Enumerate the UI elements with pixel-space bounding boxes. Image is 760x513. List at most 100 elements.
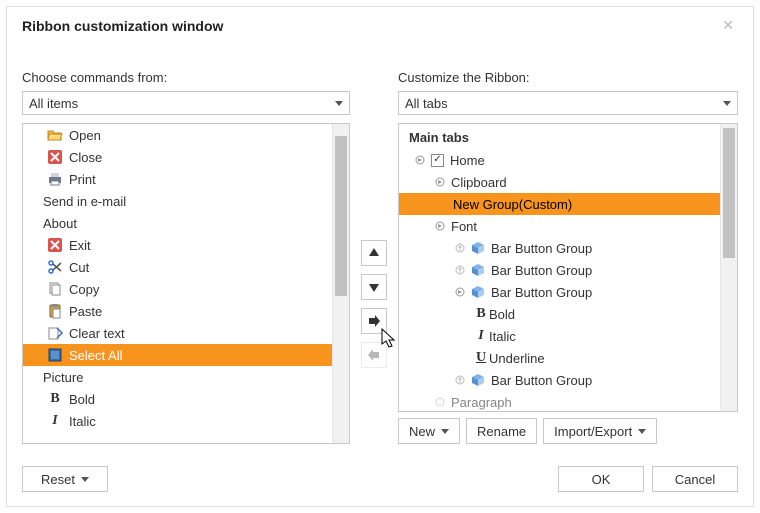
tree-node-bbg[interactable]: Bar Button Group	[399, 281, 720, 303]
list-item[interactable]: Close	[23, 146, 332, 168]
ribbon-customization-dialog: Ribbon customization window ✕ Choose com…	[6, 6, 754, 507]
tree-label: Bold	[489, 307, 515, 322]
tree-node-home[interactable]: Home	[399, 149, 720, 171]
scroll-thumb[interactable]	[723, 128, 735, 258]
add-button[interactable]	[361, 308, 387, 334]
list-item[interactable]: Copy	[23, 278, 332, 300]
chevron-down-icon	[638, 429, 646, 434]
expander-icon[interactable]	[453, 373, 467, 387]
list-group-header[interactable]: Send in e-mail	[23, 190, 332, 212]
tree-label: Home	[450, 153, 485, 168]
rename-button[interactable]: Rename	[466, 418, 537, 444]
list-item[interactable]: Select All	[23, 344, 332, 366]
list-item-label: Send in e-mail	[43, 194, 126, 209]
ribbon-dropdown-value: All tabs	[405, 96, 448, 111]
title-bar: Ribbon customization window ✕	[7, 7, 753, 46]
dialog-content: Choose commands from: All items Open Clos…	[7, 46, 753, 450]
tree-label: Font	[451, 219, 477, 234]
underline-icon: U	[473, 350, 489, 366]
list-item-label: Paste	[69, 304, 102, 319]
chevron-down-icon	[335, 101, 343, 106]
list-item-label: Open	[69, 128, 101, 143]
dialog-title: Ribbon customization window	[22, 18, 223, 34]
ribbon-label: Customize the Ribbon:	[398, 70, 738, 85]
tree-node-bbg[interactable]: Bar Button Group	[399, 369, 720, 391]
paste-icon	[47, 303, 63, 319]
expander-icon[interactable]	[433, 395, 447, 409]
chevron-down-icon	[723, 101, 731, 106]
list-item[interactable]: Print	[23, 168, 332, 190]
ribbon-dropdown[interactable]: All tabs	[398, 91, 738, 115]
close-icon[interactable]: ✕	[718, 17, 738, 34]
chevron-down-icon	[441, 429, 449, 434]
list-item-label: About	[43, 216, 77, 231]
tree-node-paragraph[interactable]: Paragraph	[399, 391, 720, 411]
cube-icon	[471, 263, 485, 277]
expander-icon[interactable]	[453, 285, 467, 299]
list-item-label: Print	[69, 172, 96, 187]
remove-button[interactable]	[361, 342, 387, 368]
checkbox[interactable]	[431, 154, 444, 167]
tree-label: Italic	[489, 329, 516, 344]
import-export-button[interactable]: Import/Export	[543, 418, 657, 444]
expander-icon[interactable]	[413, 153, 427, 167]
tree-node-font[interactable]: Font	[399, 215, 720, 237]
list-item-label: Exit	[69, 238, 91, 253]
scrollbar[interactable]	[332, 124, 349, 443]
select-all-icon	[47, 347, 63, 363]
clear-icon	[47, 325, 63, 341]
cancel-button[interactable]: Cancel	[652, 466, 738, 492]
list-item-label: Italic	[69, 414, 96, 429]
commands-label: Choose commands from:	[22, 70, 350, 85]
expander-icon[interactable]	[433, 175, 447, 189]
copy-icon	[47, 281, 63, 297]
list-item-label: Bold	[69, 392, 95, 407]
cube-icon	[471, 241, 485, 255]
tree-header: Main tabs	[399, 124, 720, 149]
tree-label: New Group(Custom)	[453, 197, 572, 212]
tree-node-bbg[interactable]: Bar Button Group	[399, 237, 720, 259]
scissors-icon	[47, 259, 63, 275]
list-group-header[interactable]: About	[23, 212, 332, 234]
list-item[interactable]: Clear text	[23, 322, 332, 344]
tree-node-bbg[interactable]: Bar Button Group	[399, 259, 720, 281]
bold-icon: B	[473, 306, 489, 322]
tree-node-clipboard[interactable]: Clipboard	[399, 171, 720, 193]
list-item[interactable]: IItalic	[23, 410, 332, 432]
close-red-icon	[47, 149, 63, 165]
ribbon-tree[interactable]: Main tabs Home Clipboard New Group(Custo…	[398, 123, 738, 412]
ok-button[interactable]: OK	[558, 466, 644, 492]
list-item-label: Clear text	[69, 326, 125, 341]
scrollbar[interactable]	[720, 124, 737, 411]
list-item[interactable]: Open	[23, 124, 332, 146]
tree-node-new-group[interactable]: New Group(Custom)	[399, 193, 720, 215]
commands-dropdown[interactable]: All items	[22, 91, 350, 115]
commands-listbox[interactable]: Open Close Print Send in e-mail About Exit Cut…	[22, 123, 350, 444]
scroll-thumb[interactable]	[335, 136, 347, 296]
list-item[interactable]: Paste	[23, 300, 332, 322]
tree-label: Bar Button Group	[491, 285, 592, 300]
list-item-label: Select All	[69, 348, 122, 363]
expander-icon[interactable]	[453, 263, 467, 277]
ribbon-buttons: New Rename Import/Export	[398, 418, 738, 444]
new-button[interactable]: New	[398, 418, 460, 444]
list-item[interactable]: BBold	[23, 388, 332, 410]
list-item[interactable]: Cut	[23, 256, 332, 278]
italic-icon: I	[473, 328, 489, 344]
tree-node-bold[interactable]: B Bold	[399, 303, 720, 325]
list-group-header[interactable]: Picture	[23, 366, 332, 388]
expander-icon[interactable]	[433, 219, 447, 233]
move-up-button[interactable]	[361, 240, 387, 266]
list-item-label: Picture	[43, 370, 83, 385]
move-down-button[interactable]	[361, 274, 387, 300]
expander-icon[interactable]	[453, 241, 467, 255]
ribbon-panel: Customize the Ribbon: All tabs Main tabs…	[398, 46, 738, 444]
cube-icon	[471, 373, 485, 387]
list-item[interactable]: Exit	[23, 234, 332, 256]
list-item-label: Copy	[69, 282, 99, 297]
tree-node-italic[interactable]: I Italic	[399, 325, 720, 347]
arrow-buttons-panel	[350, 46, 398, 444]
reset-button[interactable]: Reset	[22, 466, 108, 492]
tree-node-underline[interactable]: U Underline	[399, 347, 720, 369]
tree-label: Paragraph	[451, 395, 512, 410]
